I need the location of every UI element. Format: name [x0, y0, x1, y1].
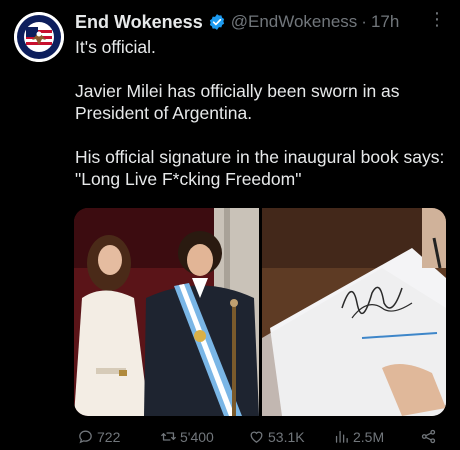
view-count: 2.5M [353, 428, 385, 445]
more-options-icon[interactable]: ⋮ [428, 10, 446, 28]
like-count: 53.1K [268, 428, 305, 445]
separator-dot: · [361, 12, 367, 31]
reply-icon [79, 430, 92, 444]
retweet-button[interactable]: 5'400 [160, 428, 214, 445]
reply-count: 722 [97, 428, 121, 445]
share-icon [421, 429, 436, 444]
views-button[interactable]: 2.5M [333, 428, 384, 445]
tweet-line-2: Javier Milei has officially been sworn i… [75, 81, 400, 123]
author-handle[interactable]: @EndWokeness [231, 12, 358, 32]
verified-badge-icon [209, 14, 224, 30]
tweet-line-3: His official signature in the inaugural … [75, 147, 445, 189]
tweet-header: End Wokeness @EndWokeness · 17h ⋮ [75, 10, 446, 34]
tweet-line-1: It's official. [75, 37, 156, 57]
timestamp[interactable]: 17h [371, 12, 399, 32]
author-name[interactable]: End Wokeness [75, 12, 203, 33]
signature-photo-icon[interactable] [262, 208, 446, 416]
heart-icon [250, 431, 263, 443]
retweet-icon [161, 432, 176, 441]
share-button[interactable] [420, 428, 437, 445]
inauguration-photo-icon[interactable] [74, 208, 259, 416]
reply-button[interactable]: 722 [77, 428, 120, 445]
tweet-text: It's official. Javier Milei has official… [75, 36, 447, 212]
avatar[interactable] [14, 12, 64, 62]
action-bar: 722 5'400 53.1K 2.5M [74, 428, 446, 448]
analytics-icon [335, 430, 348, 443]
retweet-count: 5'400 [180, 428, 214, 445]
media-grid [74, 208, 446, 416]
eagle-flag-logo-icon [14, 12, 64, 62]
like-button[interactable]: 53.1K [248, 428, 305, 445]
